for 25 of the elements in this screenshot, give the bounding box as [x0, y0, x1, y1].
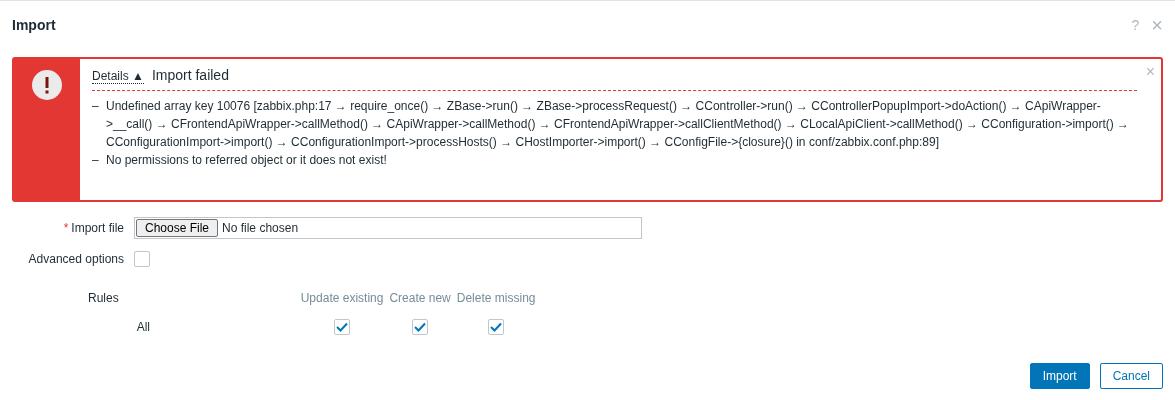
- column-header: Delete missing: [456, 291, 536, 305]
- required-mark: *: [63, 221, 69, 235]
- error-text: Undefined array key 10076 [zabbix.php:17 → require_once() → ZBase->run() → ZBase->processRequest() → CController->run() → CControllerPopupImport->doAction() → CApiWrapper->__call() → CFrontendApiWrapper->callMethod() → CApiWrapper->callMethod() → CFrontendApiWrapper->callClientMethod() → CLocalApiClient->callMethod() → CConfiguration->import() → CConfigurationImport->import() → CConfigurationImport->processHosts() → CHostImporter->import() → CConfigFile->{closure}() in conf/zabbix.conf.php:89]: [106, 98, 1131, 151]
- message-title: Import failed: [151, 67, 229, 83]
- bullet-dash: –: [92, 152, 100, 169]
- choose-file-button[interactable]: Choose File: [136, 219, 219, 237]
- field-label: Advanced options: [27, 252, 124, 266]
- file-field[interactable]: Choose File No file chosen: [134, 217, 642, 239]
- dialog-title: Import: [12, 17, 57, 33]
- field-label: Rules: [88, 291, 119, 305]
- checkbox[interactable]: [488, 319, 505, 335]
- row-label: All: [136, 320, 151, 334]
- checkbox[interactable]: [134, 251, 150, 267]
- column-header: Update existing: [300, 291, 384, 305]
- exclamation-icon: [31, 69, 63, 101]
- bullet-dash: –: [92, 98, 100, 115]
- import-button[interactable]: Import: [1029, 363, 1090, 389]
- checkbox[interactable]: [334, 319, 351, 335]
- file-status-text: No file chosen: [222, 221, 299, 235]
- column-header: Create new: [389, 291, 451, 305]
- cancel-button[interactable]: Cancel: [1099, 363, 1163, 389]
- error-text: No permissions to referred object or it does not exist!: [106, 152, 387, 169]
- checkbox[interactable]: [412, 319, 429, 335]
- field-label: Import file: [71, 221, 124, 235]
- details-toggle[interactable]: Details ▲: [92, 69, 144, 84]
